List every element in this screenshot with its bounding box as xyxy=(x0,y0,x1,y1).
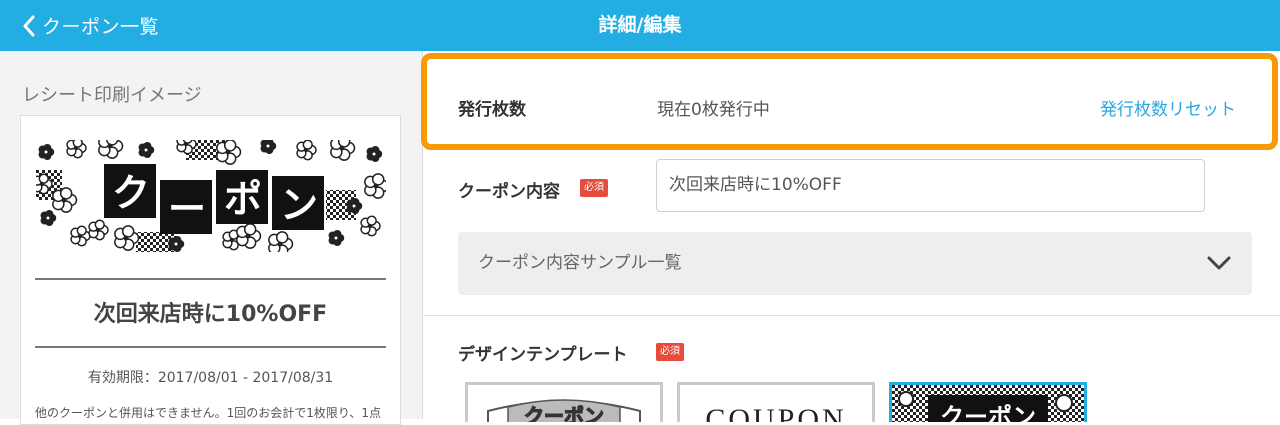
receipt-coupon-title: 次回来店時に10%OFF xyxy=(93,302,328,327)
coupon-content-input[interactable]: 次回来店時に10%OFF xyxy=(656,159,1205,212)
preview-section-title: レシート印刷イメージ xyxy=(22,85,202,106)
template-option-selected[interactable]: クーポン xyxy=(889,382,1087,422)
receipt-preview: クーポン 次回来店時に10%OFF 有効期限：2017/08/01 - 2017… xyxy=(20,115,401,425)
template-option[interactable]: クーポン xyxy=(465,382,663,422)
dropdown-label: クーポン内容サンプル一覧 xyxy=(478,253,682,273)
receipt-expiry: 有効期限：2017/08/01 - 2017/08/31 xyxy=(87,370,334,386)
receipt-divider xyxy=(35,346,386,348)
receipt-preview-panel: レシート印刷イメージ クーポン 次回来店時に10%OFF 有効期限：2017/0… xyxy=(0,51,423,425)
chevron-down-icon xyxy=(1207,256,1231,270)
template-option[interactable]: COUPON xyxy=(677,382,875,422)
coupon-content-label: クーポン内容 xyxy=(458,182,560,202)
receipt-divider xyxy=(35,278,386,280)
template-text: クーポン xyxy=(524,404,604,422)
top-bar: クーポン一覧 詳細/編集 xyxy=(0,0,1280,51)
section-divider xyxy=(424,315,1280,316)
coupon-banner-image: クーポン xyxy=(36,140,386,252)
design-template-label: デザインテンプレート xyxy=(458,345,628,365)
coupon-sample-dropdown[interactable]: クーポン内容サンプル一覧 xyxy=(458,232,1252,295)
reset-issue-count-link[interactable]: 発行枚数リセット xyxy=(1100,95,1236,120)
required-badge: 必須 xyxy=(656,343,684,361)
template-thumbnail: クーポン xyxy=(892,385,1084,422)
issue-count-label: 発行枚数 xyxy=(458,100,526,120)
receipt-note: 他のクーポンと併用はできません。1回のお会計で1枚限り、1点 xyxy=(35,406,382,420)
template-thumbnail: COUPON xyxy=(705,403,846,422)
issue-count-value: 現在0枚発行中 xyxy=(657,100,770,120)
page-title: 詳細/編集 xyxy=(598,14,682,36)
template-text: COUPON xyxy=(705,403,846,422)
required-badge: 必須 xyxy=(580,179,608,197)
template-thumbnail: クーポン xyxy=(487,399,641,422)
template-text: クーポン xyxy=(940,403,1036,422)
